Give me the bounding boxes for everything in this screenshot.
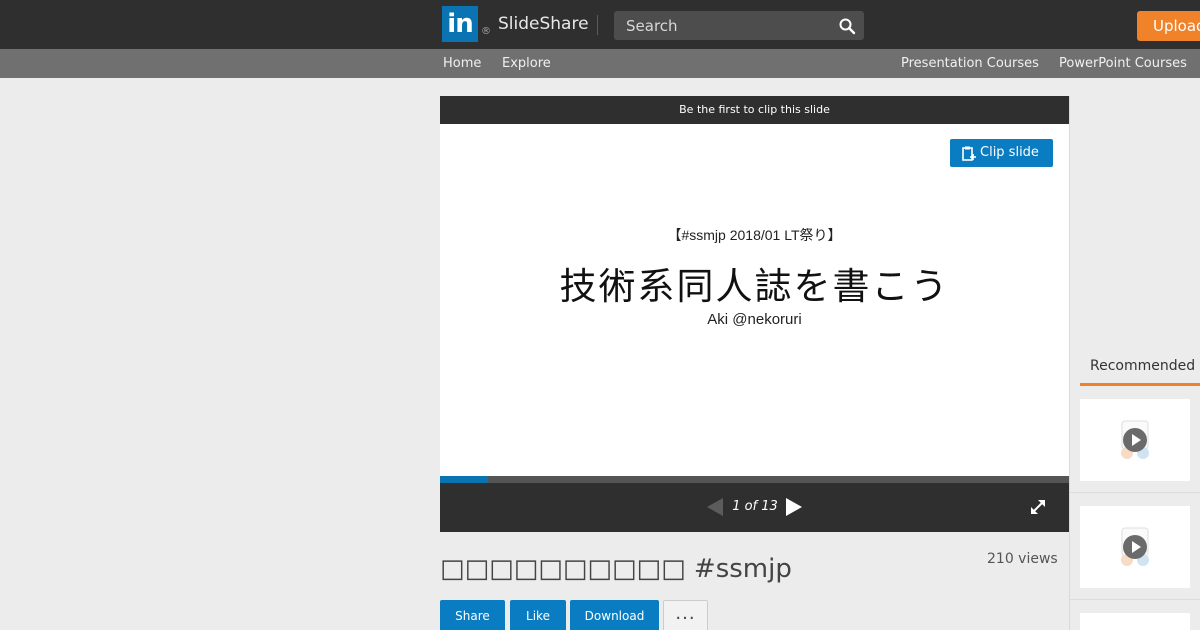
fullscreen-icon[interactable] <box>1029 498 1047 516</box>
registered-mark: ® <box>481 26 491 37</box>
sidebar-divider <box>1069 96 1070 630</box>
search-icon[interactable] <box>838 17 856 35</box>
upload-button[interactable]: Upload <box>1137 11 1200 41</box>
nav-presentation-courses[interactable]: Presentation Courses <box>901 56 1039 71</box>
player-controls: 1 of 13 <box>440 483 1069 532</box>
slide-player: Be the first to clip this slide Clip sli… <box>440 96 1069 532</box>
clip-icon <box>962 146 976 161</box>
nav-explore[interactable]: Explore <box>502 56 551 71</box>
slide-progress-fill <box>440 476 489 483</box>
recommended-divider <box>1070 599 1200 600</box>
document-title: □□□□□□□□□□ #ssmjp <box>440 554 792 584</box>
top-header: in ® SlideShare Upload <box>0 0 1200 49</box>
recommended-item[interactable] <box>1080 613 1190 630</box>
slide-title: 技術系同人誌を書こう <box>559 265 950 308</box>
linkedin-logo-icon[interactable]: in <box>442 6 478 42</box>
clip-banner: Be the first to clip this slide <box>440 96 1069 124</box>
header-divider <box>597 15 598 35</box>
nav-home[interactable]: Home <box>443 56 481 71</box>
recommended-item[interactable] <box>1080 399 1190 481</box>
sub-navigation: Home Explore Presentation Courses PowerP… <box>0 49 1200 78</box>
slide-pager: 1 of 13 <box>732 499 778 514</box>
slide-progress-bar[interactable] <box>440 476 1069 483</box>
previous-slide-icon[interactable] <box>705 497 725 517</box>
more-options-button[interactable]: ... <box>663 600 708 630</box>
share-button[interactable]: Share <box>440 600 505 630</box>
tab-recommended[interactable]: Recommended <box>1080 356 1200 386</box>
nav-powerpoint-courses[interactable]: PowerPoint Courses <box>1059 56 1187 71</box>
clip-slide-label: Clip slide <box>980 145 1039 160</box>
recommended-divider <box>1070 492 1200 493</box>
like-button[interactable]: Like <box>510 600 566 630</box>
slide-subtitle: 【#ssmjp 2018/01 LT祭り】 <box>667 227 842 243</box>
video-thumbnail-icon <box>1121 527 1149 566</box>
download-button[interactable]: Download <box>570 600 659 630</box>
view-count: 210 views <box>987 551 1058 567</box>
slide-author: Aki @nekoruri <box>707 311 802 328</box>
search-box <box>614 11 864 40</box>
video-thumbnail-icon <box>1121 420 1149 459</box>
brand-name[interactable]: SlideShare <box>498 14 589 34</box>
search-input[interactable] <box>614 11 834 40</box>
next-slide-icon[interactable] <box>784 497 804 517</box>
clip-slide-button[interactable]: Clip slide <box>950 139 1053 167</box>
recommended-item[interactable] <box>1080 506 1190 588</box>
